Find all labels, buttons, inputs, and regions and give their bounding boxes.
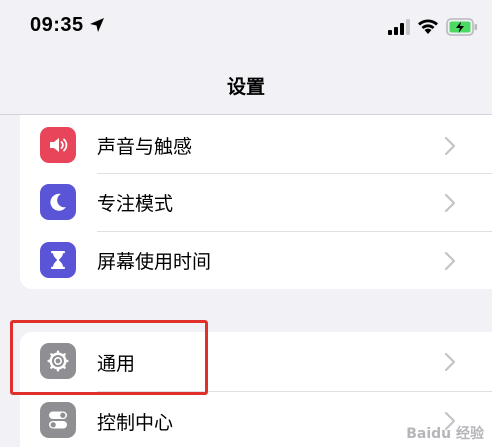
chevron-right-icon [444, 251, 456, 271]
settings-screen: 09:35 设置 声音与触感 专注模式 屏幕使用时间 通用 控制中心 Baidu… [0, 0, 492, 447]
settings-row-focus[interactable]: 专注模式 [20, 174, 492, 232]
chevron-right-icon [444, 193, 456, 213]
status-time: 09:35 [30, 14, 84, 36]
settings-row-screen-time[interactable]: 屏幕使用时间 [20, 232, 492, 289]
row-label-screen-time: 屏幕使用时间 [97, 251, 212, 273]
row-label-sounds-haptics: 声音与触感 [97, 136, 193, 158]
moon-icon [40, 184, 76, 220]
settings-group-1: 声音与触感 专注模式 屏幕使用时间 [20, 115, 492, 289]
chevron-right-icon [444, 352, 456, 372]
watermark: Baidu 经验 [406, 426, 484, 442]
chevron-right-icon [444, 136, 456, 156]
hourglass-icon [40, 242, 76, 278]
page-title: 设置 [226, 76, 265, 98]
speaker-icon [40, 127, 76, 163]
highlight-annotation [10, 320, 208, 395]
wifi-icon [418, 19, 438, 34]
location-arrow-icon [90, 18, 104, 32]
cellular-signal-icon [388, 19, 410, 35]
battery-charging-icon [446, 18, 477, 36]
status-bar: 09:35 [0, 0, 492, 58]
row-label-focus: 专注模式 [97, 193, 174, 215]
toggles-icon [40, 402, 76, 438]
settings-row-sounds-haptics[interactable]: 声音与触感 [20, 117, 492, 175]
row-label-control-center: 控制中心 [97, 412, 174, 434]
